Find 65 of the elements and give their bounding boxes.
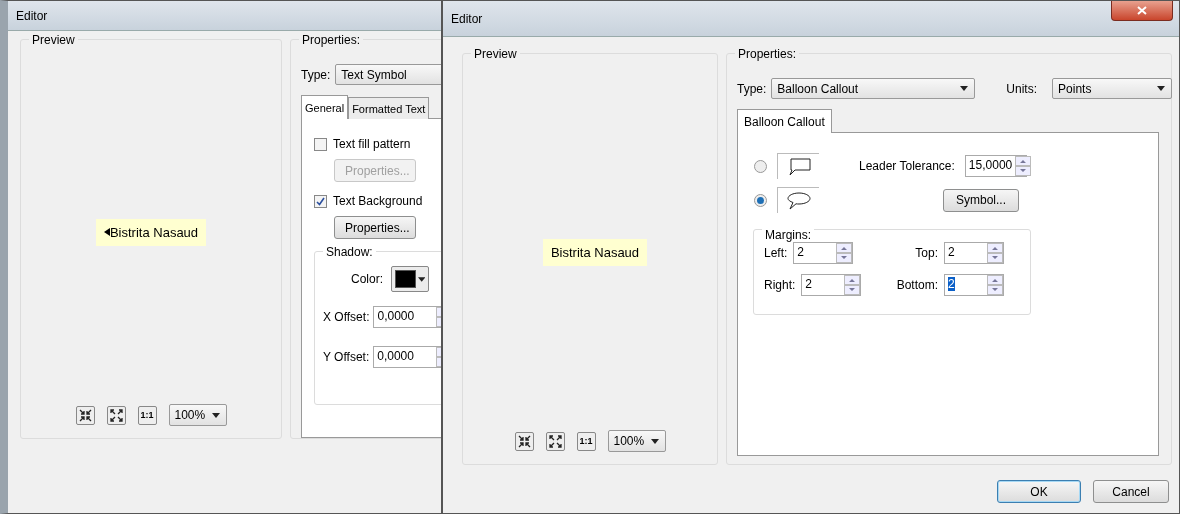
actual-size-button[interactable]: 1:1	[137, 405, 157, 425]
dropdown-caret-icon	[1157, 86, 1166, 91]
group-title: Properties:	[299, 33, 364, 47]
label-preview: Bistrita Nasaud	[542, 238, 648, 266]
spinner-field[interactable]: 2	[944, 242, 1004, 264]
zoom-in-icon[interactable]	[514, 431, 534, 451]
symbol-button[interactable]: Symbol...	[943, 188, 1019, 212]
units-label: Units:	[1006, 81, 1038, 96]
leader-tolerance-label: Leader Tolerance:	[859, 159, 955, 173]
type-label: Type:	[301, 67, 331, 82]
spinner-field[interactable]: 0,0000	[373, 346, 441, 368]
dropdown-caret-icon	[211, 412, 220, 418]
spinner-arrows-icon[interactable]	[844, 275, 861, 295]
dialog-button[interactable]: OK	[997, 480, 1081, 503]
spinner-field[interactable]: 2	[944, 274, 1004, 296]
spinner-arrows-icon[interactable]	[987, 243, 1003, 263]
type-dropdown[interactable]: Balloon Callout	[771, 78, 976, 99]
spinner-arrows-icon[interactable]	[1015, 156, 1032, 176]
spinner-field[interactable]: 2	[793, 242, 854, 264]
callout-icon	[786, 191, 811, 210]
dropdown-caret-icon	[960, 86, 969, 91]
zoom-in-icon[interactable]	[75, 405, 95, 425]
check-icon	[316, 196, 325, 206]
actual-size-button[interactable]: 1:1	[576, 431, 596, 451]
tab[interactable]: Formatted Text	[348, 97, 430, 119]
leader-arrow-icon	[103, 228, 110, 236]
tab[interactable]: General	[301, 95, 349, 119]
group-title: Preview	[471, 47, 520, 61]
dialog-button[interactable]: Cancel	[1093, 480, 1169, 503]
spinner-field[interactable]: 2	[801, 274, 862, 296]
dropdown-caret-icon	[417, 276, 425, 282]
spinner-field[interactable]: 0,0000	[373, 306, 441, 328]
window-title: Editor	[16, 8, 48, 23]
close-icon	[1137, 6, 1147, 15]
units-dropdown[interactable]: Points	[1052, 78, 1173, 99]
callout-icon	[786, 157, 811, 176]
group-title: Margins:	[762, 228, 814, 242]
spinner-arrows-icon[interactable]	[987, 275, 1003, 295]
dropdown-caret-icon	[650, 438, 659, 444]
y-offset-label: Y Offset:	[323, 350, 370, 364]
color-picker[interactable]	[391, 266, 429, 292]
zoom-out-icon[interactable]	[106, 405, 126, 425]
group-title: Shadow:	[323, 245, 376, 259]
margin-label: Left:	[764, 246, 788, 260]
x-offset-label: X Offset:	[323, 310, 370, 324]
zoom-dropdown[interactable]: 100%	[168, 404, 227, 426]
group-title: Properties:	[735, 47, 800, 61]
zoom-out-icon[interactable]	[545, 431, 565, 451]
group-title: Preview	[29, 33, 78, 47]
color-label: Color:	[351, 272, 383, 286]
zoom-dropdown[interactable]: 100%	[607, 430, 666, 452]
margin-label: Top:	[915, 246, 938, 260]
close-button[interactable]	[1111, 1, 1173, 21]
type-dropdown[interactable]: Text Symbol	[335, 64, 441, 85]
label-preview: Bistrita Nasaud	[95, 218, 207, 246]
spinner-arrows-icon[interactable]	[836, 243, 853, 263]
radio-button[interactable]	[754, 159, 767, 173]
type-label: Type:	[737, 81, 767, 96]
radio-button[interactable]	[754, 193, 767, 207]
checkbox[interactable]: Text Background	[314, 194, 441, 208]
properties-button[interactable]: Properties...	[334, 216, 416, 239]
window-title: Editor	[451, 11, 483, 26]
margin-label: Right:	[764, 278, 796, 292]
margin-label: Bottom:	[896, 278, 938, 292]
tab[interactable]: Balloon Callout	[737, 109, 832, 133]
